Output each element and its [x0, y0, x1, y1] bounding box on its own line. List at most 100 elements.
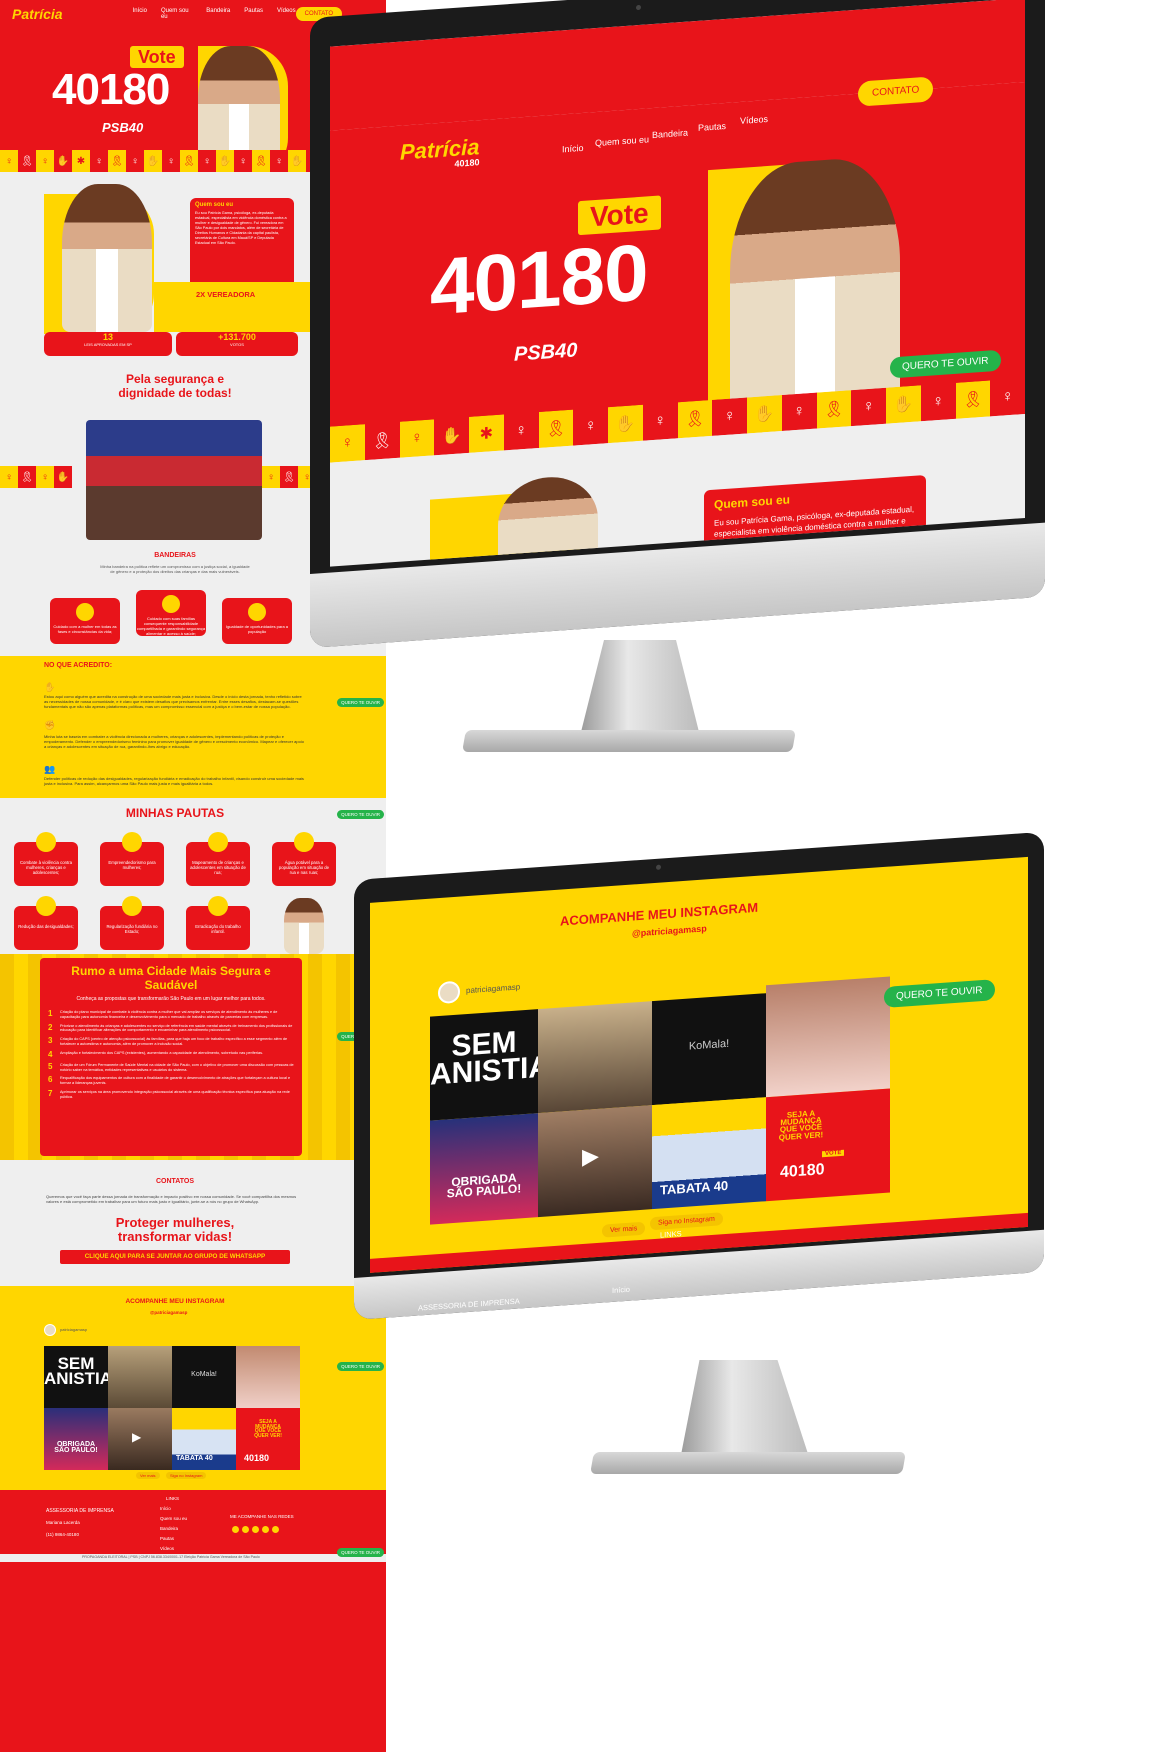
s2-tile-6[interactable]: ▶ — [538, 1105, 652, 1218]
youtube-icon[interactable] — [262, 1526, 269, 1533]
footer-link-inicio[interactable]: Início — [160, 1504, 187, 1514]
insta-tile-4[interactable] — [236, 1346, 300, 1408]
bandeira-card-1[interactable]: Cuidado com a mulher em todas as fases e… — [50, 598, 120, 644]
tile3-text: KoMala! — [191, 1371, 217, 1378]
s2-whatsapp-button[interactable]: QUERO TE OUVIR — [884, 979, 995, 1008]
city-title-l2: Saudável — [144, 978, 198, 992]
footer-social-icons — [232, 1526, 279, 1533]
s2-tile-8[interactable]: SEJA A MUDANÇA QUE VOCÊ QUER VER! VOTE 4018… — [766, 1088, 890, 1202]
nav-inicio[interactable]: Início — [133, 8, 147, 20]
s1-nav-videos[interactable]: Vídeos — [740, 114, 768, 126]
stat-votes-value: +131.700 — [218, 332, 256, 342]
s2-play-icon[interactable]: ▶ — [582, 1143, 599, 1170]
s2-tile-2[interactable] — [538, 1001, 652, 1114]
safety-title-l2: dignidade de todas! — [118, 386, 232, 400]
city-subtitle: Conheça as propostas que transformarão S… — [76, 996, 266, 1002]
brand-logo[interactable]: Patrícia — [12, 7, 63, 21]
instagram-icon[interactable] — [242, 1526, 249, 1533]
proposal-text: Ampliação e fortalecimento dos CAPS (exi… — [60, 1050, 264, 1055]
insta-tile-3[interactable]: KoMala! — [172, 1346, 236, 1408]
pauta-5-text: Redução das desigualdades; — [18, 924, 74, 929]
nav-bandeira[interactable]: Bandeira — [206, 8, 230, 20]
nav-videos[interactable]: Vídeos — [277, 8, 296, 20]
whatsapp-button-2[interactable]: QUERO TE OUVIR — [337, 698, 384, 707]
s1-nav-pautas[interactable]: Pautas — [698, 121, 726, 133]
facebook-icon[interactable] — [232, 1526, 239, 1533]
s2-tile-5[interactable]: OBRIGADA SÃO PAULO! — [430, 1113, 538, 1225]
pauta-4[interactable]: Água potável para a população em situaçã… — [272, 832, 336, 886]
whatsapp-group-cta[interactable]: CLIQUE AQUI PARA SE JUNTAR AO GRUPO DE W… — [60, 1250, 290, 1264]
pauta-6[interactable]: Regularização fundiária no Estado; — [100, 896, 164, 950]
insta-handle-small[interactable]: @patriciagamasp — [150, 1310, 187, 1315]
about-card: Quem sou eu Eu sou Patrícia Gama, psicól… — [190, 198, 294, 290]
footer-link-pautas[interactable]: Pautas — [160, 1534, 187, 1544]
nav-quem-sou-eu[interactable]: Quem sou eu — [161, 8, 192, 20]
s2-tile-1[interactable]: SEM ANISTIA — [430, 1009, 538, 1121]
s2-footer-link-quem[interactable]: Quem sou eu — [612, 1301, 657, 1313]
s2-footer-link-inicio[interactable]: Início — [612, 1285, 630, 1295]
city-title-l1: Rumo a uma Cidade Mais Segura e — [71, 964, 271, 978]
proposal-item: 5 Criação de um Fórum Permanente de Saúde… — [48, 1062, 294, 1073]
proposal-item: 3 Criação do CAPS (centro de atenção psic… — [48, 1037, 294, 1047]
s1-nav-inicio[interactable]: Início — [562, 143, 584, 155]
insta-title-small: ACOMPANHE MEU INSTAGRAM — [125, 1298, 225, 1305]
footer-social-title: ME ACOMPANHE NAS REDES — [230, 1514, 294, 1519]
insta-tile-6[interactable]: ▶ — [108, 1408, 172, 1470]
nav-pautas[interactable]: Pautas — [244, 8, 263, 20]
insta-tile-2[interactable] — [108, 1346, 172, 1408]
s2-tile-4[interactable] — [766, 976, 890, 1098]
footer-link-quem[interactable]: Quem sou eu — [160, 1514, 187, 1524]
footer-link-videos[interactable]: Vídeos — [160, 1544, 187, 1554]
bandeira-card-2[interactable]: Cuidado com suas famílias consequente re… — [136, 590, 206, 636]
play-icon[interactable]: ▶ — [132, 1430, 141, 1444]
insta-handle[interactable]: @patriciagamasp — [632, 923, 707, 938]
handshake-icon: ✋ — [44, 682, 56, 692]
bandeira-card-2-text: Cuidado com suas famílias consequente re… — [136, 616, 206, 636]
proposal-item: 7 Aprimorar os serviços na área promovend… — [48, 1089, 294, 1100]
see-more-small[interactable]: Ver mais — [136, 1472, 160, 1479]
follow-small[interactable]: Siga no Instagram — [166, 1472, 207, 1479]
monitor-2-base — [590, 1452, 906, 1474]
insta-avatar[interactable] — [438, 980, 460, 1005]
bandeira-card-3[interactable]: Igualdade de oportunidades para a popula… — [222, 598, 292, 644]
bandeira-card-3-text: Igualdade de oportunidades para a popula… — [225, 624, 289, 634]
proposal-number: 4 — [48, 1049, 53, 1059]
footer-phone[interactable]: (11) 9864-40180 — [46, 1532, 79, 1537]
insta-avatar-small[interactable] — [44, 1324, 56, 1336]
pauta-2-text: Empreendedorismo para mulheres; — [108, 860, 156, 870]
s2-tile1-text: SEM ANISTIA — [430, 1025, 538, 1092]
footer-press-title: ASSESSORIA DE IMPRENSA — [46, 1508, 114, 1514]
footer-link-bandeira[interactable]: Bandeira — [160, 1524, 187, 1534]
proposal-item: 6 Requalificação dos equipamentos de cult… — [48, 1076, 294, 1086]
s2-tile3-text: KoMala! — [688, 1037, 730, 1053]
pauta-7[interactable]: Erradicação do trabalho infantil. — [186, 896, 250, 950]
insta-tile-7[interactable]: TABATA 40 — [172, 1408, 236, 1470]
tiktok-icon[interactable] — [272, 1526, 279, 1533]
insta-tile-8[interactable]: SEJA A MUDANÇA QUE VOCÊ QUER VER! 40180 — [236, 1408, 300, 1470]
see-more-button[interactable]: Ver mais — [602, 1221, 646, 1238]
safety-title: Pela segurança e dignidade de todas! — [86, 372, 264, 400]
twitter-icon[interactable] — [252, 1526, 259, 1533]
follow-instagram-button[interactable]: Siga no Instagram — [650, 1212, 723, 1231]
instagram-section: ACOMPANHE MEU INSTAGRAM @patriciagamasp … — [0, 1286, 386, 1490]
proposal-number: 6 — [48, 1075, 53, 1085]
pauta-5[interactable]: Redução das desigualdades; — [14, 896, 78, 950]
city-card: Rumo a uma Cidade Mais Segura e Saudável… — [40, 958, 302, 1156]
screen1-logo[interactable]: Patrícia 40180 — [400, 134, 480, 173]
pauta-3[interactable]: Mapeamento de crianças e adolescentes em… — [186, 832, 250, 886]
pauta-2[interactable]: Empreendedorismo para mulheres; — [100, 832, 164, 886]
s2-tile-7[interactable]: TABATA 40 — [652, 1097, 766, 1210]
pauta-3-text: Mapeamento de crianças e adolescentes em… — [190, 860, 246, 875]
beliefs-section: NO QUE ACREDITO: ✋ Estou aqui como algué… — [0, 656, 386, 798]
whatsapp-button-6[interactable]: QUERO TE OUVIR — [337, 1548, 384, 1557]
s2-tile-3[interactable]: KoMala! — [652, 993, 766, 1106]
whatsapp-button-5[interactable]: QUERO TE OUVIR — [337, 1362, 384, 1371]
insta-tile-1[interactable]: SEM ANISTIA — [44, 1346, 108, 1408]
insta-account[interactable]: patriciagamasp — [466, 982, 520, 995]
whatsapp-button-3[interactable]: QUERO TE OUVIR — [337, 810, 384, 819]
pauta-1[interactable]: Combate à violência contra mulheres, cri… — [14, 832, 78, 886]
pautas-photo — [284, 898, 324, 954]
slogan-l2: transformar vidas! — [117, 1229, 233, 1244]
insta-tile-5[interactable]: OBRIGADA SÃO PAULO! — [44, 1408, 108, 1470]
insta-account-small[interactable]: patriciagamasp — [60, 1327, 87, 1332]
